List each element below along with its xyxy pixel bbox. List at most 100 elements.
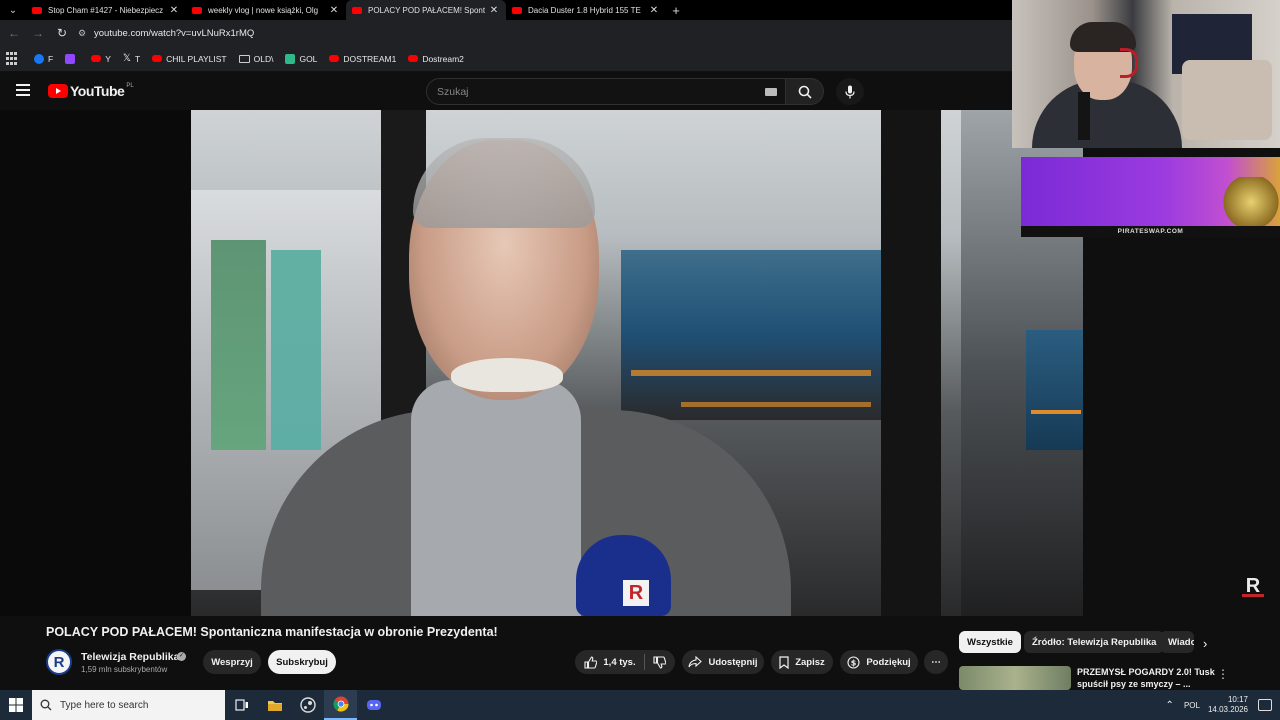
- taskbar-search-input[interactable]: Type here to search: [32, 690, 225, 720]
- close-tab-icon[interactable]: ✕: [648, 5, 660, 16]
- reload-icon[interactable]: ↻: [50, 20, 74, 46]
- recommended-video-thumbnail[interactable]: [959, 666, 1071, 690]
- input-language[interactable]: POL: [1184, 701, 1200, 710]
- subscribe-button[interactable]: Subskrybuj: [268, 650, 336, 674]
- tab-title: Stop Cham #1427 - Niebezpiecz: [48, 5, 164, 15]
- menu-hamburger-icon[interactable]: [16, 84, 30, 96]
- windows-taskbar: Type here to search ⌃ POL 10:17 14.03.20…: [0, 690, 1280, 720]
- tab-title: weekly vlog | nowe książki, Olg: [208, 5, 319, 15]
- channel-name[interactable]: Telewizja Republika: [81, 651, 179, 663]
- thanks-dollar-heart-icon: $: [847, 655, 860, 669]
- chrome-icon[interactable]: [324, 690, 357, 720]
- recommended-more-icon[interactable]: ⋮: [1217, 667, 1229, 681]
- chip-news[interactable]: Wiado: [1160, 631, 1194, 653]
- bookmark-folder[interactable]: OLD\: [238, 54, 273, 64]
- bookmark-item[interactable]: [65, 53, 79, 64]
- youtube-icon: [91, 55, 102, 62]
- bookmark-item[interactable]: 𝕏T: [123, 53, 140, 64]
- webcam-headphones: [1120, 48, 1138, 78]
- taskbar-clock[interactable]: 10:17 14.03.2026: [1208, 695, 1248, 715]
- bookmark-item[interactable]: CHIL PLAYLIST: [152, 54, 227, 64]
- windows-start-button[interactable]: [0, 690, 32, 720]
- youtube-favicon-icon: [352, 6, 362, 14]
- site-info-icon[interactable]: ⚙: [78, 28, 94, 39]
- facebook-icon: [34, 53, 44, 64]
- video-player[interactable]: R: [191, 110, 1083, 616]
- youtube-favicon-icon: [192, 6, 202, 14]
- search-icon: [40, 699, 52, 711]
- file-explorer-icon[interactable]: [258, 690, 291, 720]
- bookmark-item[interactable]: DOSTREAM1: [329, 54, 396, 64]
- chip-all[interactable]: Wszystkie: [959, 631, 1021, 653]
- address-bar-row: ← → ↻ ⚙ youtube.com/watch?v=uvLNuRx1rMQ: [0, 20, 1012, 46]
- search-input[interactable]: Szukaj: [426, 78, 786, 105]
- bookmark-item[interactable]: Dostream2: [408, 54, 464, 64]
- tab-title: POLACY POD PAŁACEM! Spont: [368, 5, 486, 15]
- ad-banner-caption: PIRATESWAP.COM: [1021, 226, 1280, 237]
- new-tab-plus-icon[interactable]: +: [666, 3, 686, 18]
- url-field[interactable]: ⚙ youtube.com/watch?v=uvLNuRx1rMQ: [78, 23, 1008, 43]
- tray-chevron-up-icon[interactable]: ⌃: [1166, 700, 1174, 711]
- ad-banner-overlay: PIRATESWAP.COM: [1021, 157, 1280, 237]
- video-person-mustache: [451, 358, 563, 392]
- close-tab-icon[interactable]: ✕: [488, 5, 500, 16]
- youtube-logo[interactable]: YouTube PL: [48, 83, 134, 99]
- recommended-video-title[interactable]: PRZEMYSŁ POGARDY 2.0! Tusk spuścił psy z…: [1077, 666, 1217, 690]
- tab-title: Dacia Duster 1.8 Hybrid 155 TE: [528, 5, 641, 15]
- browser-tab-active[interactable]: POLACY POD PAŁACEM! Spont ✕: [346, 0, 506, 20]
- back-arrow-icon[interactable]: ←: [2, 20, 26, 46]
- video-title: POLACY POD PAŁACEM! Spontaniczna manifes…: [46, 625, 498, 639]
- bookmark-item[interactable]: F: [34, 53, 53, 64]
- steam-icon[interactable]: [291, 690, 324, 720]
- more-actions-button[interactable]: ⋯: [924, 650, 948, 674]
- notification-center-icon[interactable]: [1258, 699, 1272, 711]
- chips-next-chevron-icon[interactable]: ›: [1203, 636, 1207, 651]
- keyboard-icon[interactable]: [765, 88, 777, 96]
- close-tab-icon[interactable]: ✕: [168, 5, 180, 16]
- channel-watermark[interactable]: R: [1242, 575, 1264, 597]
- microphone-republika-logo: R: [623, 580, 649, 606]
- bookmark-item[interactable]: GOL: [285, 53, 317, 64]
- close-tab-icon[interactable]: ✕: [328, 5, 340, 16]
- search-button[interactable]: [786, 78, 824, 105]
- video-green-panel: [211, 240, 266, 450]
- dislike-thumb-down-icon[interactable]: [653, 655, 666, 669]
- browser-tab[interactable]: Stop Cham #1427 - Niebezpiecz ✕: [26, 0, 186, 20]
- ad-banner-graphic: [1221, 177, 1280, 227]
- like-thumb-up-icon[interactable]: [584, 655, 598, 669]
- youtube-icon: [408, 55, 419, 62]
- apps-grid-icon[interactable]: [6, 51, 20, 66]
- browser-tab[interactable]: Dacia Duster 1.8 Hybrid 155 TE ✕: [506, 0, 666, 20]
- video-teal-panel: [271, 250, 321, 450]
- discord-icon[interactable]: [357, 690, 390, 720]
- bookmark-save-icon: [779, 655, 789, 669]
- video-orange-light: [1031, 410, 1081, 414]
- webcam-chair: [1182, 60, 1272, 140]
- video-person-shirt: [411, 380, 581, 616]
- bookmark-item[interactable]: Y: [91, 54, 111, 64]
- share-button[interactable]: Udostępnij: [682, 650, 764, 674]
- save-button[interactable]: Zapisz: [771, 650, 833, 674]
- chip-source[interactable]: Źródło: Telewizja Republika: [1024, 631, 1165, 653]
- windows-logo-icon: [9, 698, 23, 712]
- verified-check-icon: ✓: [177, 652, 186, 661]
- channel-avatar[interactable]: R: [46, 649, 72, 675]
- browser-tab-strip: ⌄ Stop Cham #1427 - Niebezpiecz ✕ weekly…: [0, 0, 1012, 20]
- x-logo-icon: 𝕏: [122, 53, 131, 64]
- like-count[interactable]: 1,4 tys.: [603, 657, 635, 668]
- twitch-icon: [65, 53, 76, 64]
- task-view-icon[interactable]: [225, 690, 258, 720]
- support-button[interactable]: Wesprzyj: [203, 650, 261, 674]
- like-dislike-group: 1,4 tys.: [575, 650, 675, 674]
- subscriber-count: 1,59 mln subskrybentów: [81, 665, 168, 674]
- video-orange-light: [631, 370, 871, 376]
- webcam-microphone: [1078, 92, 1090, 140]
- browser-tab[interactable]: weekly vlog | nowe książki, Olg ✕: [186, 0, 346, 20]
- video-pillar: [881, 110, 941, 616]
- youtube-favicon-icon: [32, 6, 42, 14]
- forward-arrow-icon[interactable]: →: [26, 20, 50, 46]
- voice-search-button[interactable]: [836, 78, 864, 105]
- tab-search-chevron-icon[interactable]: ⌄: [0, 0, 26, 20]
- thanks-button[interactable]: $ Podziękuj: [840, 650, 918, 674]
- video-right-window: [1026, 330, 1083, 450]
